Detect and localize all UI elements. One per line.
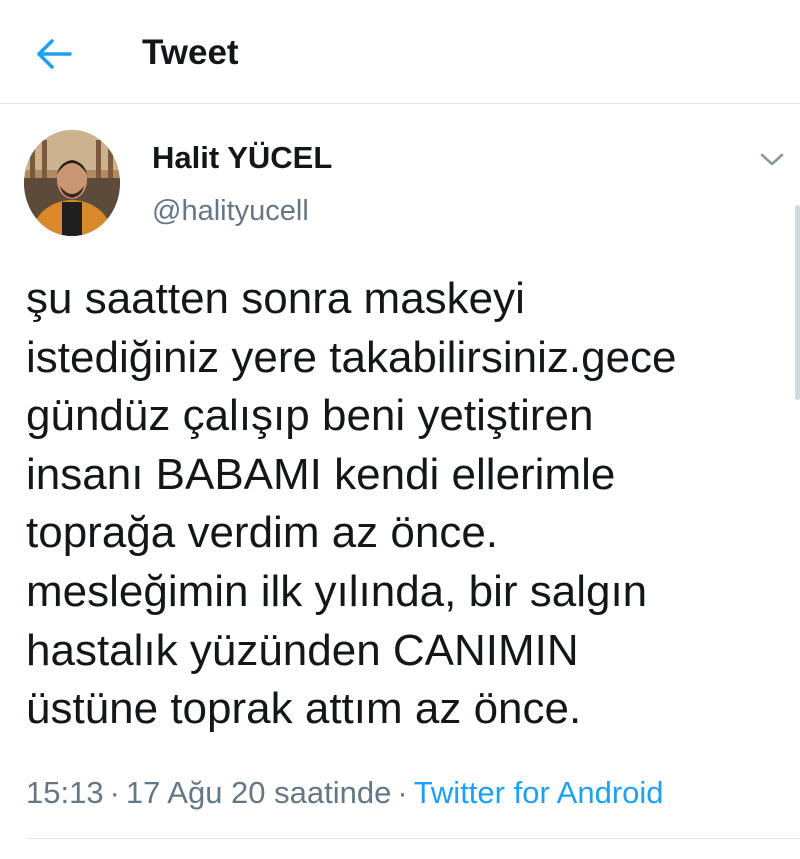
tweet-text-line: istediğiniz yere takabilirsiniz.gece	[26, 332, 677, 382]
tweet-text-line: hastalık yüzünden CANIMIN	[26, 625, 579, 675]
avatar[interactable]	[24, 130, 120, 236]
tweet-text-line: insanı BABAMI kendi ellerimle	[26, 449, 616, 499]
profile-photo	[24, 130, 120, 236]
tweet-detail-screen: Tweet Halit YÜCEL @halityucell şu saatte…	[0, 0, 800, 859]
tweet-text-line: gündüz çalışıp beni yetiştiren	[26, 391, 594, 441]
divider	[26, 838, 800, 839]
back-arrow-icon	[37, 39, 72, 69]
author-handle[interactable]: @halityucell	[152, 194, 309, 228]
tweet-time: 15:13	[26, 775, 104, 810]
author-name[interactable]: Halit YÜCEL	[152, 140, 332, 176]
chevron-down-icon	[760, 153, 784, 166]
tweet-text-line: şu saatten sonra maskeyi	[26, 274, 525, 323]
meta-separator: ·	[397, 775, 408, 810]
tweet-text-line: üstüne toprak attım az önce.	[26, 684, 582, 734]
top-bar: Tweet	[0, 0, 800, 104]
tweet-metadata: 15:13 · 17 Ağu 20 saatinde · Twitter for And…	[26, 773, 664, 813]
page-title: Tweet	[142, 33, 239, 72]
meta-separator: ·	[109, 775, 120, 810]
scrollbar[interactable]	[795, 205, 800, 400]
tweet-text: şu saatten sonra maskeyi istediğiniz yer…	[26, 270, 786, 739]
back-button[interactable]	[30, 30, 78, 78]
tweet-date: 17 Ağu 20 saatinde	[125, 775, 392, 810]
tweet-options-button[interactable]	[752, 146, 792, 174]
tweet-source-link[interactable]: Twitter for Android	[414, 775, 664, 810]
tweet-text-line: toprağa verdim az önce.	[26, 508, 499, 558]
tweet-text-line: mesleğimin ilk yılında, bir salgın	[26, 566, 648, 616]
